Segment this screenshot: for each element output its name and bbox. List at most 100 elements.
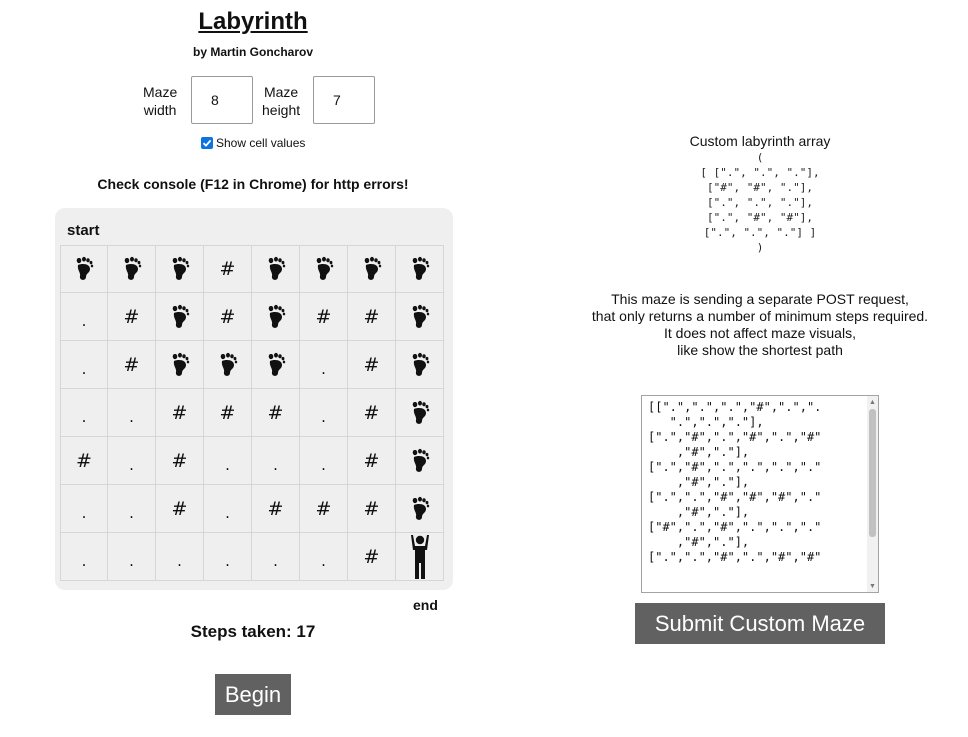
maze-cell [204,341,252,389]
maze-cell: # [300,293,348,341]
custom-maze-textarea-content[interactable]: [[".",".",".","#",".",". ".",".","."], [… [648,400,862,565]
maze-cell [396,437,444,485]
maze-cell: . [204,437,252,485]
steps-taken: Steps taken: 17 [190,622,316,641]
footprint-icon [268,352,285,376]
maze-cell: # [252,485,300,533]
maze-cell: # [348,437,396,485]
maze-height-label: Maze height [262,83,300,119]
maze-cell [396,245,444,293]
maze-cell [396,341,444,389]
maze-width-label-line2: width [143,102,177,118]
array-line: [".", ".", "."] ] [703,226,817,239]
maze-cell [108,245,156,293]
maze-cell: . [252,437,300,485]
scroll-up-icon[interactable]: ▲ [867,396,878,408]
post-note-line: that only returns a number of minimum st… [591,308,929,324]
footprint-icon [412,496,429,520]
show-cell-values-row[interactable]: Show cell values [201,136,305,150]
array-line: ) [756,241,764,254]
maze-width-label: Maze width [143,83,177,119]
maze-width-input[interactable] [191,76,253,124]
maze-cell: . [60,293,108,341]
maze-cell: . [60,485,108,533]
maze-grid: #. # # # #. #. #.. # # #. # #. #... #.. #. # # #...... # [60,245,444,581]
maze-cell: . [108,485,156,533]
maze-cell: . [252,533,300,581]
array-line: [".", ".", "."], [707,196,813,209]
maze-cell: . [60,389,108,437]
array-line: [ [".", ".", "."], [700,166,820,179]
begin-button[interactable]: Begin [215,674,291,715]
footprint-icon [412,256,429,280]
maze-cell [396,389,444,437]
end-label: end [413,597,438,613]
maze-cell: # [60,437,108,485]
maze-cell: # [348,389,396,437]
post-note-line: It does not affect maze visuals, [664,325,856,341]
maze-cell: . [300,437,348,485]
maze-cell [396,485,444,533]
start-label: start [67,222,100,239]
maze-cell: # [348,293,396,341]
maze-cell: # [108,293,156,341]
scroll-thumb[interactable] [869,409,876,537]
maze-cell: # [204,389,252,437]
show-cell-values-checkbox[interactable] [201,137,213,149]
custom-maze-textarea[interactable]: [[".",".",".","#",".",". ".",".","."], [… [641,395,879,593]
maze-cell: . [60,533,108,581]
scroll-down-icon[interactable]: ▼ [867,580,878,592]
maze-cell [156,341,204,389]
submit-custom-maze-button[interactable]: Submit Custom Maze [635,603,885,644]
maze-cell [156,245,204,293]
maze-cell: . [108,389,156,437]
maze-cell [252,245,300,293]
array-line: ( [756,151,764,164]
maze-cell [300,245,348,293]
post-request-note: This maze is sending a separate POST req… [560,291,960,359]
maze-cell: # [348,341,396,389]
maze-cell: . [300,341,348,389]
custom-array-preview: ( [ [".", ".", "."], ["#", "#", "."], ["… [580,150,940,255]
maze-cell: . [108,533,156,581]
maze-cell [252,341,300,389]
maze-cell [348,245,396,293]
maze-cell [60,245,108,293]
maze-cell: . [156,533,204,581]
maze-cell: # [348,533,396,581]
maze-cell: # [252,389,300,437]
custom-labyrinth-title: Custom labyrinth array [689,133,831,149]
textarea-scrollbar[interactable]: ▲ ▼ [867,396,878,592]
maze-cell [396,533,444,581]
footprint-icon [76,256,94,280]
maze-cell: . [204,485,252,533]
footprint-icon [412,448,429,472]
footprint-icon [172,304,189,328]
footprint-icon [268,256,285,280]
maze-cell: # [156,437,204,485]
maze-cell: . [108,437,156,485]
footprint-icon [220,352,237,376]
footprint-icon [412,304,429,328]
console-note: Check console (F12 in Chrome) for http e… [97,176,409,192]
show-cell-values-label: Show cell values [216,136,306,150]
maze-cell [396,293,444,341]
maze-cell [156,293,204,341]
maze-cell [252,293,300,341]
post-note-line: like show the shortest path [677,342,843,358]
array-line: [".", "#", "#"], [707,211,813,224]
footprint-icon [172,352,189,376]
maze-height-label-line2: height [262,102,301,118]
checkmark-icon [202,139,212,147]
footprint-icon [412,352,429,376]
maze-cell: # [348,485,396,533]
footprint-icon [124,256,141,280]
person-icon [410,534,429,579]
post-note-line: This maze is sending a separate POST req… [611,291,909,307]
maze-height-input[interactable] [313,76,375,124]
footprint-icon [172,256,189,280]
maze-panel: start #. # # # #. #. #.. # # #. # #. #... #.. #. # # #...… [55,208,453,590]
maze-cell: . [60,341,108,389]
maze-cell: . [300,389,348,437]
page-title: Labyrinth [198,8,308,35]
